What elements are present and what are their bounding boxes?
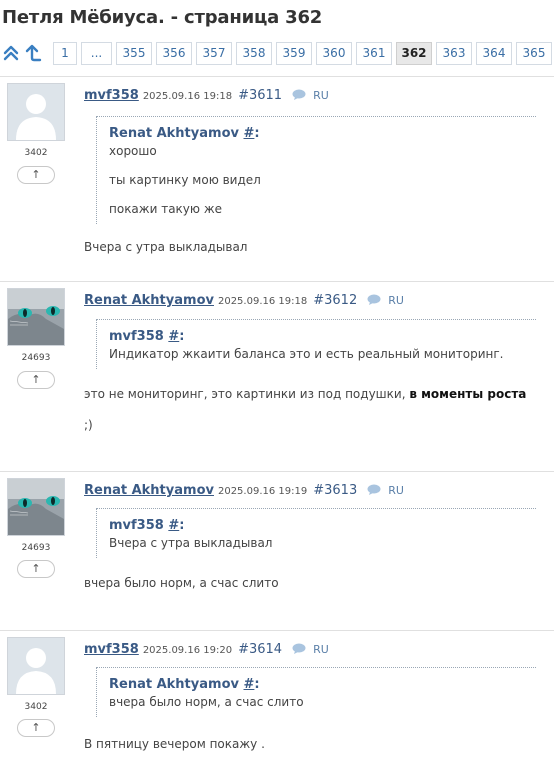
bold-text: в моменты роста bbox=[409, 387, 527, 401]
post-date: 2025.09.16 19:20 bbox=[142, 645, 233, 656]
quote-block: mvf358 #: Индикатор жкаити баланса это и… bbox=[96, 319, 536, 369]
quote-author: mvf358 #: bbox=[109, 329, 185, 344]
post-text: Вчера с утра выкладывал bbox=[84, 240, 248, 254]
page-link-358[interactable]: 358 bbox=[236, 42, 272, 65]
quote-source-link[interactable]: # bbox=[168, 329, 179, 344]
quote-block: mvf358 #: Вчера с утра выкладывал bbox=[96, 508, 536, 558]
post-meta: Renat Akhtyamov 2025.09.16 19:19 #3613 RU bbox=[84, 479, 404, 498]
quote-block: Renat Akhtyamov #: хорошо ты картинку мо… bbox=[96, 116, 536, 224]
page-link-357[interactable]: 357 bbox=[196, 42, 232, 65]
page-link-355[interactable]: 355 bbox=[116, 42, 152, 65]
avatar[interactable] bbox=[7, 83, 65, 141]
rating-count: 3402 bbox=[24, 148, 48, 158]
translate-link[interactable]: RU bbox=[388, 484, 404, 497]
quote-text-line: Индикатор жкаити баланса это и есть реал… bbox=[109, 347, 504, 361]
quote-source-link[interactable]: # bbox=[244, 126, 255, 141]
quote-text-line: покажи такую же bbox=[109, 202, 223, 216]
page-link-365[interactable]: 365 bbox=[516, 42, 552, 65]
vote-up-button[interactable]: ↑ bbox=[17, 719, 55, 737]
page-current-362: 362 bbox=[396, 42, 432, 65]
default-user-icon bbox=[8, 638, 64, 694]
pagination: 1 ... 355 356 357 358 359 360 361 362 36… bbox=[0, 42, 554, 65]
translate-link[interactable]: RU bbox=[388, 294, 404, 307]
back-arrow-up-icon[interactable] bbox=[24, 44, 42, 62]
post-date: 2025.09.16 19:19 bbox=[217, 486, 308, 497]
post-3612: 24693 ↑ Renat Akhtyamov 2025.09.16 19:18 #… bbox=[0, 281, 554, 471]
quote-author: Renat Akhtyamov #: bbox=[109, 126, 260, 141]
rating-count: 24693 bbox=[21, 353, 51, 363]
post-number-link[interactable]: #3614 bbox=[238, 642, 282, 657]
page-link-359[interactable]: 359 bbox=[276, 42, 312, 65]
post-number-link[interactable]: #3612 bbox=[313, 293, 357, 308]
post-meta: Renat Akhtyamov 2025.09.16 19:18 #3612 RU bbox=[84, 289, 404, 308]
quote-block: Renat Akhtyamov #: вчера было норм, а сч… bbox=[96, 667, 536, 717]
cat-avatar-icon bbox=[8, 289, 64, 345]
quote-text-line: ты картинку мою видел bbox=[109, 173, 261, 187]
post-date: 2025.09.16 19:18 bbox=[217, 296, 308, 307]
comment-bubble-icon[interactable] bbox=[367, 484, 381, 495]
quote-text-line: вчера было норм, а счас слито bbox=[109, 695, 304, 709]
quote-author: Renat Akhtyamov #: bbox=[109, 677, 260, 692]
cat-avatar-icon bbox=[8, 479, 64, 535]
page-link-356[interactable]: 356 bbox=[156, 42, 192, 65]
page-link-361[interactable]: 361 bbox=[356, 42, 392, 65]
translate-link[interactable]: RU bbox=[313, 643, 329, 656]
post-text-tail: ;) bbox=[84, 418, 93, 432]
comment-bubble-icon[interactable] bbox=[292, 643, 306, 654]
page-link-1[interactable]: 1 bbox=[53, 42, 77, 65]
vote-up-button[interactable]: ↑ bbox=[17, 560, 55, 578]
avatar[interactable] bbox=[7, 478, 65, 536]
author-link[interactable]: mvf358 bbox=[84, 88, 139, 103]
comment-bubble-icon[interactable] bbox=[292, 89, 306, 100]
post-text: вчера было норм, а счас слито bbox=[84, 576, 279, 590]
quote-text-line: хорошо bbox=[109, 144, 157, 158]
avatar[interactable] bbox=[7, 637, 65, 695]
translate-link[interactable]: RU bbox=[313, 89, 329, 102]
double-chevron-up-icon[interactable] bbox=[2, 44, 20, 62]
post-3611: 3402 ↑ mvf358 2025.09.16 19:18 #3611 RU Ren… bbox=[0, 76, 554, 281]
post-meta: mvf358 2025.09.16 19:18 #3611 RU bbox=[84, 84, 329, 103]
comment-bubble-icon[interactable] bbox=[367, 294, 381, 305]
page-link-ellipsis[interactable]: ... bbox=[81, 42, 112, 65]
author-link[interactable]: Renat Akhtyamov bbox=[84, 293, 214, 308]
quote-author: mvf358 #: bbox=[109, 518, 185, 533]
quote-text-line: Вчера с утра выкладывал bbox=[109, 536, 273, 550]
author-link[interactable]: mvf358 bbox=[84, 642, 139, 657]
page-link-364[interactable]: 364 bbox=[476, 42, 512, 65]
post-3614: 3402 ↑ mvf358 2025.09.16 19:20 #3614 RU Ren… bbox=[0, 630, 554, 771]
quote-source-link[interactable]: # bbox=[168, 518, 179, 533]
rating-count: 3402 bbox=[24, 702, 48, 712]
post-number-link[interactable]: #3613 bbox=[313, 483, 357, 498]
post-3613: 24693 ↑ Renat Akhtyamov 2025.09.16 19:19 #… bbox=[0, 471, 554, 630]
post-meta: mvf358 2025.09.16 19:20 #3614 RU bbox=[84, 638, 329, 657]
post-number-link[interactable]: #3611 bbox=[238, 88, 282, 103]
vote-up-button[interactable]: ↑ bbox=[17, 371, 55, 389]
quote-source-link[interactable]: # bbox=[244, 677, 255, 692]
avatar[interactable] bbox=[7, 288, 65, 346]
default-user-icon bbox=[8, 84, 64, 140]
post-date: 2025.09.16 19:18 bbox=[142, 91, 233, 102]
author-link[interactable]: Renat Akhtyamov bbox=[84, 483, 214, 498]
page-link-363[interactable]: 363 bbox=[436, 42, 472, 65]
page-title: Петля Мёбиуса. - страница 362 bbox=[2, 7, 323, 28]
rating-count: 24693 bbox=[21, 543, 51, 553]
post-text: это не мониторинг, это картинки из под п… bbox=[84, 387, 527, 401]
page-link-360[interactable]: 360 bbox=[316, 42, 352, 65]
post-text: В пятницу вечером покажу . bbox=[84, 737, 265, 751]
vote-up-button[interactable]: ↑ bbox=[17, 166, 55, 184]
